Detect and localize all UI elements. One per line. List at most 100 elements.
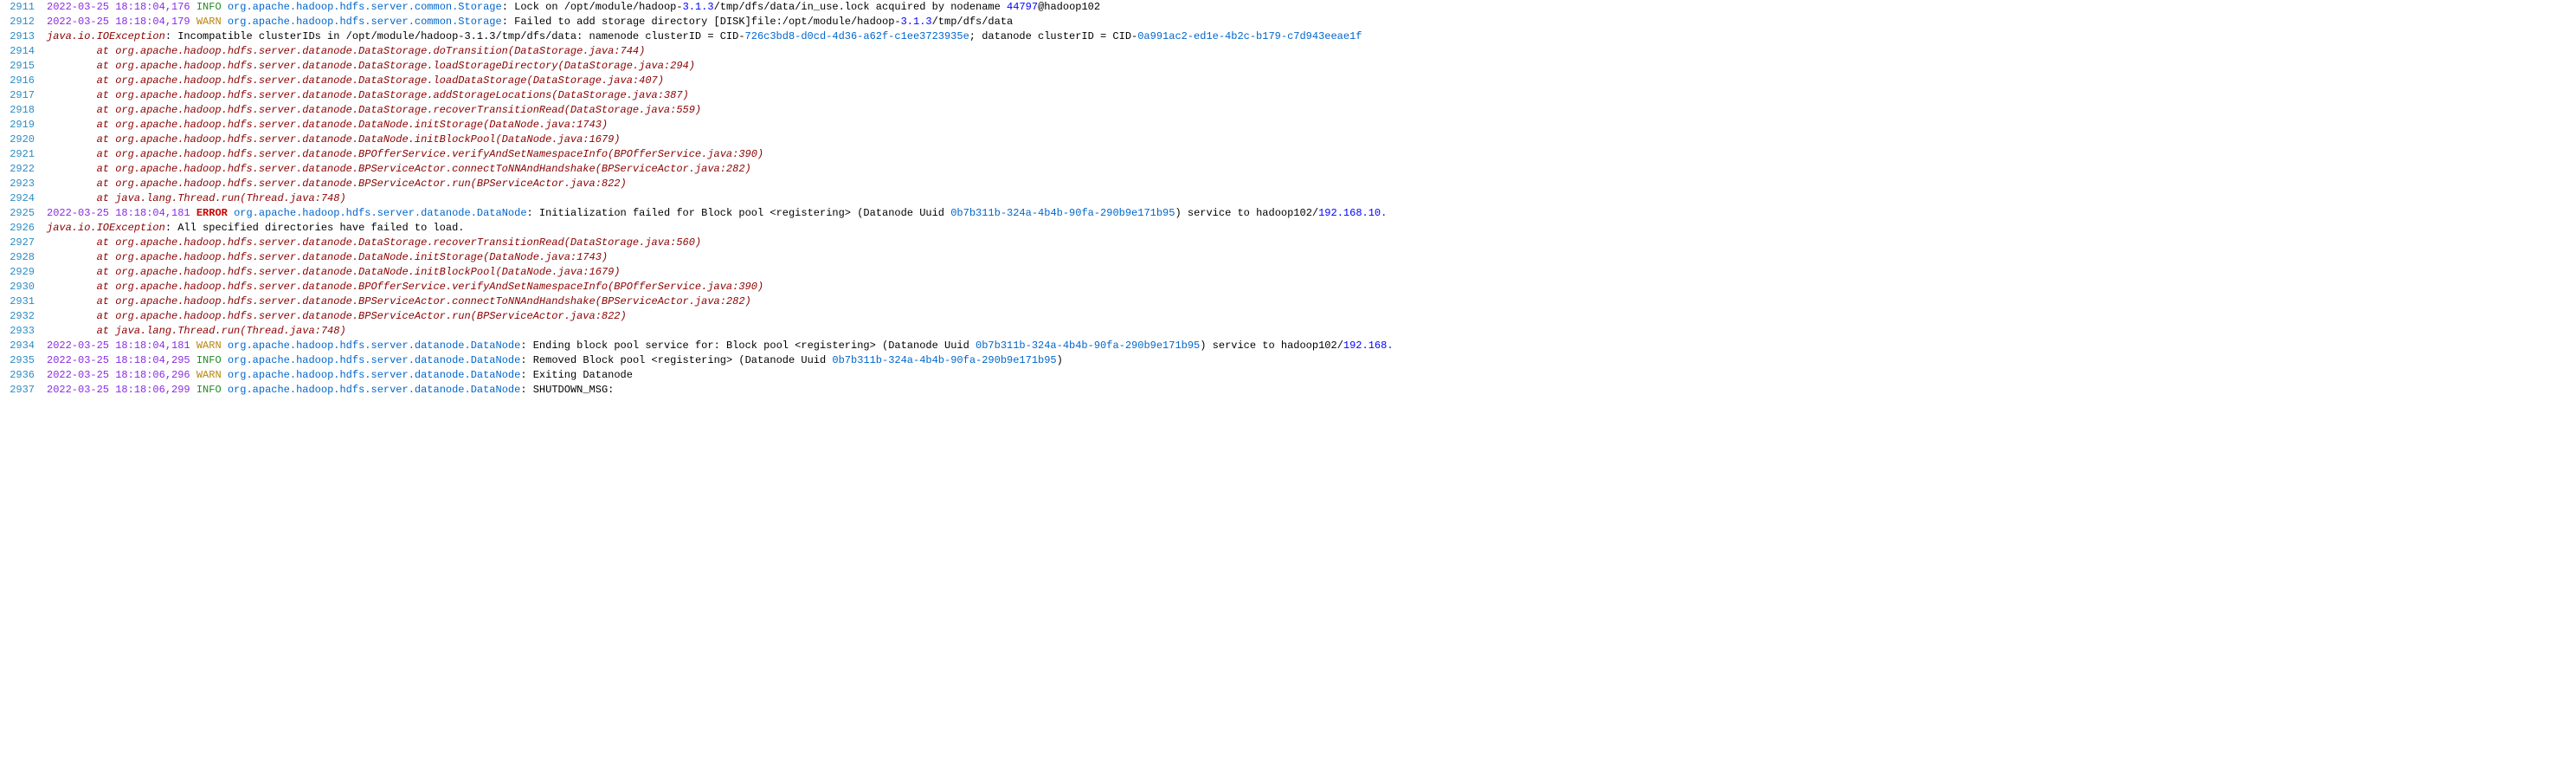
log-line[interactable]: 2931 at org.apache.hadoop.hdfs.server.da… — [0, 294, 2576, 309]
line-number: 2929 — [0, 265, 42, 280]
logger-source: org.apache.hadoop.hdfs.server.datanode.D… — [228, 369, 520, 381]
logger-source: org.apache.hadoop.hdfs.server.datanode.D… — [234, 207, 526, 219]
line-number: 2933 — [0, 324, 42, 339]
exception-class: java.io.IOException — [47, 222, 165, 234]
stack-frame: at org.apache.hadoop.hdfs.server.datanod… — [47, 104, 701, 116]
log-content: 2022-03-25 18:18:04,181 ERROR org.apache… — [47, 206, 2576, 221]
log-line[interactable]: 2922 at org.apache.hadoop.hdfs.server.da… — [0, 162, 2576, 177]
log-level: ERROR — [196, 207, 228, 219]
log-line[interactable]: 2932 at org.apache.hadoop.hdfs.server.da… — [0, 309, 2576, 324]
line-number: 2924 — [0, 191, 42, 206]
log-line[interactable]: 2918 at org.apache.hadoop.hdfs.server.da… — [0, 103, 2576, 118]
log-message: : Initialization failed for Block pool <… — [527, 207, 951, 219]
log-content: at org.apache.hadoop.hdfs.server.datanod… — [47, 250, 2576, 265]
timestamp: 2022-03-25 18:18:04,176 — [47, 1, 190, 13]
log-level: INFO — [196, 384, 222, 396]
line-number: 2915 — [0, 59, 42, 74]
stack-frame: at org.apache.hadoop.hdfs.server.datanod… — [47, 45, 645, 57]
line-number: 2935 — [0, 353, 42, 368]
line-number: 2928 — [0, 250, 42, 265]
log-line[interactable]: 2929 at org.apache.hadoop.hdfs.server.da… — [0, 265, 2576, 280]
log-content: at java.lang.Thread.run(Thread.java:748) — [47, 191, 2576, 206]
log-line[interactable]: 2926 java.io.IOException: All specified d… — [0, 221, 2576, 236]
exception-message: : Incompatible clusterIDs in /opt/module… — [165, 30, 745, 42]
log-level: INFO — [196, 354, 222, 366]
log-content: 2022-03-25 18:18:06,299 INFO org.apache.… — [47, 383, 2576, 398]
log-line[interactable]: 29342022-03-25 18:18:04,181 WARN org.apa… — [0, 339, 2576, 353]
line-number: 2926 — [0, 221, 42, 236]
log-line[interactable]: 2914 at org.apache.hadoop.hdfs.server.da… — [0, 44, 2576, 59]
line-number: 2922 — [0, 162, 42, 177]
log-line[interactable]: 2912 2022-03-25 18:18:04,179 WARN org.apa… — [0, 15, 2576, 29]
log-level: WARN — [196, 369, 222, 381]
log-line[interactable]: 2933 at java.lang.Thread.run(Thread.java… — [0, 324, 2576, 339]
log-line[interactable]: 2916 at org.apache.hadoop.hdfs.server.da… — [0, 74, 2576, 88]
log-content: 2022-03-25 18:18:04,295 INFO org.apache.… — [47, 353, 2576, 368]
log-line[interactable]: 2913 java.io.IOException: Incompatible cl… — [0, 29, 2576, 44]
datanode-uuid: 0b7b311b-324a-4b4b-90fa-290b9e171b95 — [976, 340, 1200, 352]
timestamp: 2022-03-25 18:18:04,295 — [47, 354, 190, 366]
line-number: 2912 — [0, 15, 42, 29]
cluster-id: 726c3bd8-d0cd-4d36-a62f-c1ee3723935e — [745, 30, 969, 42]
logger-source: org.apache.hadoop.hdfs.server.datanode.D… — [228, 354, 520, 366]
timestamp: 2022-03-25 18:18:06,299 — [47, 384, 190, 396]
log-content: at org.apache.hadoop.hdfs.server.datanod… — [47, 294, 2576, 309]
log-line[interactable]: 2921 at org.apache.hadoop.hdfs.server.da… — [0, 147, 2576, 162]
log-message: : Ending block pool service for: Block p… — [520, 340, 976, 352]
line-number: 2917 — [0, 88, 42, 103]
log-line[interactable]: 29252022-03-25 18:18:04,181 ERROR org.ap… — [0, 206, 2576, 221]
log-line[interactable]: 29362022-03-25 18:18:06,296 WARN org.apa… — [0, 368, 2576, 383]
stack-frame: at java.lang.Thread.run(Thread.java:748) — [47, 325, 346, 337]
stack-frame: at org.apache.hadoop.hdfs.server.datanod… — [47, 133, 621, 146]
log-message: : Lock on /opt/module/hadoop- — [502, 1, 683, 13]
version-number: 3.1.3 — [901, 16, 932, 28]
line-number: 2937 — [0, 383, 42, 398]
line-number: 2916 — [0, 74, 42, 88]
log-line[interactable]: 2915 at org.apache.hadoop.hdfs.server.da… — [0, 59, 2576, 74]
log-line[interactable]: 2930 at org.apache.hadoop.hdfs.server.da… — [0, 280, 2576, 294]
logger-source: org.apache.hadoop.hdfs.server.datanode.D… — [228, 340, 520, 352]
line-number: 2911 — [0, 0, 42, 15]
log-line[interactable]: 2917 at org.apache.hadoop.hdfs.server.da… — [0, 88, 2576, 103]
exception-message: : All specified directories have failed … — [165, 222, 465, 234]
log-content: at org.apache.hadoop.hdfs.server.datanod… — [47, 147, 2576, 162]
datanode-uuid: 0b7b311b-324a-4b4b-90fa-290b9e171b95 — [832, 354, 1056, 366]
stack-frame: at org.apache.hadoop.hdfs.server.datanod… — [47, 281, 763, 293]
stack-frame: at org.apache.hadoop.hdfs.server.datanod… — [47, 148, 763, 160]
log-line[interactable]: 2920 at org.apache.hadoop.hdfs.server.da… — [0, 133, 2576, 147]
log-content: at org.apache.hadoop.hdfs.server.datanod… — [47, 309, 2576, 324]
stack-frame: at org.apache.hadoop.hdfs.server.datanod… — [47, 236, 701, 249]
log-line[interactable]: 2937 2022-03-25 18:18:06,299 INFO org.apa… — [0, 383, 2576, 398]
log-message: : Failed to add storage directory [DISK]… — [502, 16, 901, 28]
stack-frame: at org.apache.hadoop.hdfs.server.datanod… — [47, 310, 627, 322]
log-line[interactable]: 2928 at org.apache.hadoop.hdfs.server.da… — [0, 250, 2576, 265]
line-number: 2920 — [0, 133, 42, 147]
line-number: 2918 — [0, 103, 42, 118]
log-content: at org.apache.hadoop.hdfs.server.datanod… — [47, 74, 2576, 88]
log-line[interactable]: 2919 at org.apache.hadoop.hdfs.server.da… — [0, 118, 2576, 133]
log-line[interactable]: 2927 at org.apache.hadoop.hdfs.server.da… — [0, 236, 2576, 250]
log-content: at org.apache.hadoop.hdfs.server.datanod… — [47, 177, 2576, 191]
log-content: at org.apache.hadoop.hdfs.server.datanod… — [47, 103, 2576, 118]
log-content: 2022-03-25 18:18:04,179 WARN org.apache.… — [47, 15, 2576, 29]
stack-frame: at org.apache.hadoop.hdfs.server.datanod… — [47, 163, 751, 175]
stack-frame: at org.apache.hadoop.hdfs.server.datanod… — [47, 178, 627, 190]
line-number: 2921 — [0, 147, 42, 162]
log-line[interactable]: 2924 at java.lang.Thread.run(Thread.java… — [0, 191, 2576, 206]
log-content: java.io.IOException: Incompatible cluste… — [47, 29, 2576, 44]
log-content: at org.apache.hadoop.hdfs.server.datanod… — [47, 59, 2576, 74]
log-line[interactable]: 2935 2022-03-25 18:18:04,295 INFO org.apa… — [0, 353, 2576, 368]
log-viewer: 2911 2022-03-25 18:18:04,176 INFO org.apa… — [0, 0, 2576, 398]
log-line[interactable]: 29112022-03-25 18:18:04,176 INFO org.apa… — [0, 0, 2576, 15]
ip-address: 192.168.10. — [1318, 207, 1387, 219]
line-number: 2919 — [0, 118, 42, 133]
datanode-uuid: 0b7b311b-324a-4b4b-90fa-290b9e171b95 — [950, 207, 1175, 219]
log-content: at java.lang.Thread.run(Thread.java:748) — [47, 324, 2576, 339]
log-message: : SHUTDOWN_MSG: — [520, 384, 614, 396]
stack-frame: at org.apache.hadoop.hdfs.server.datanod… — [47, 60, 695, 72]
node-id: 44797 — [1007, 1, 1038, 13]
stack-frame: at org.apache.hadoop.hdfs.server.datanod… — [47, 266, 621, 278]
log-message: : Exiting Datanode — [520, 369, 633, 381]
line-number: 2913 — [0, 29, 42, 44]
log-line[interactable]: 2923 at org.apache.hadoop.hdfs.server.da… — [0, 177, 2576, 191]
